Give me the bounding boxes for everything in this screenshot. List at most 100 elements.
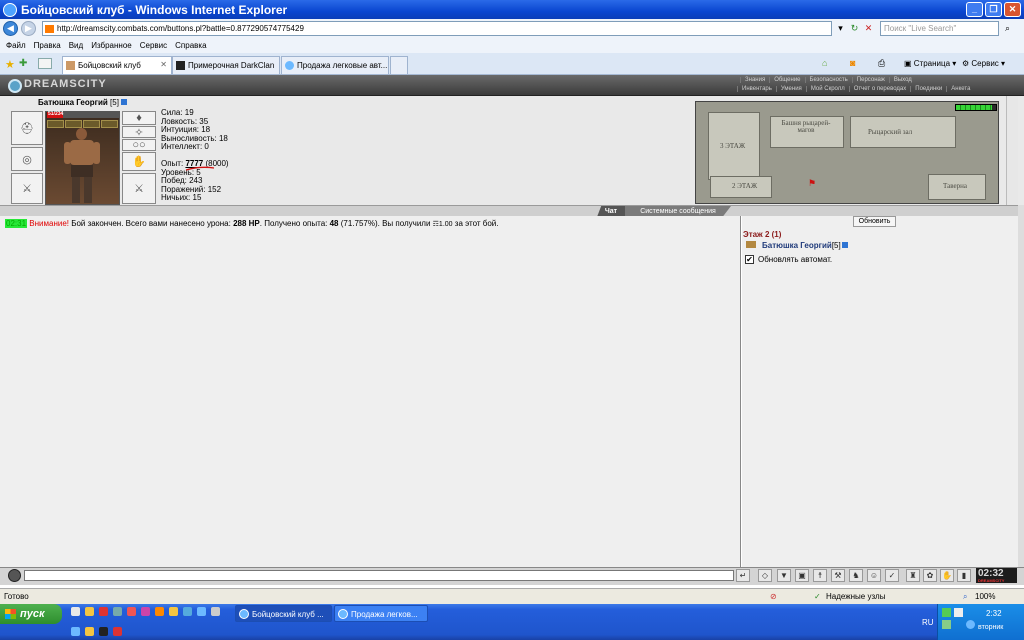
quicklaunch-icon[interactable]: [71, 607, 80, 616]
menu-knowledge[interactable]: Знания: [740, 77, 769, 83]
map-label-knights-hall[interactable]: Рыцарский зал: [868, 128, 912, 136]
quicklaunch-icon[interactable]: [113, 607, 122, 616]
weapon-slot-right[interactable]: ⚔: [122, 173, 156, 204]
home-icon[interactable]: ⌂: [822, 58, 827, 68]
skills-icon[interactable]: ⚒: [831, 569, 845, 582]
amulet-slot[interactable]: ✧: [122, 126, 156, 139]
chat-mode-icon[interactable]: [8, 569, 21, 582]
save-icon[interactable]: ▣: [795, 569, 809, 582]
location-map[interactable]: 3 ЭТАЖ Башня рыцарей-магов Рыцарский зал…: [695, 101, 999, 204]
network-icon[interactable]: [942, 608, 951, 617]
go-dropdown-icon[interactable]: ▾: [835, 23, 846, 34]
favorites-star-icon[interactable]: ★: [5, 58, 15, 71]
folder-icon[interactable]: [85, 627, 94, 636]
start-button[interactable]: пуск: [0, 604, 62, 624]
quicklaunch-icon[interactable]: [99, 607, 108, 616]
menu-security[interactable]: Безопасность: [804, 77, 852, 83]
stop-icon[interactable]: ✕: [863, 23, 874, 34]
menu-character[interactable]: Персонаж: [851, 77, 889, 83]
close-button[interactable]: ✕: [1004, 2, 1021, 17]
drink-icon[interactable]: ▮: [957, 569, 971, 582]
search-input[interactable]: Поиск "Live Search": [880, 21, 999, 36]
menu-communication[interactable]: Общение: [769, 77, 804, 83]
menu-skills[interactable]: Умения: [775, 86, 806, 92]
tools-menu[interactable]: ⚙ Сервис ▾: [962, 59, 1005, 68]
weapon-slot-left[interactable]: ⚔: [11, 173, 43, 204]
send-icon[interactable]: ↵: [736, 569, 750, 582]
top-scrollbar[interactable]: [1006, 96, 1018, 205]
effect-icon[interactable]: [47, 120, 64, 128]
folder-icon[interactable]: [169, 607, 178, 616]
menu-transfer-report[interactable]: Отчет о переводах: [848, 86, 911, 92]
ie-icon[interactable]: [197, 607, 206, 616]
map-label-tower[interactable]: Башня рыцарей-магов: [776, 120, 836, 134]
minimize-button[interactable]: _: [966, 2, 983, 17]
effect-icon[interactable]: [65, 120, 82, 128]
menu-help[interactable]: Справка: [175, 41, 206, 50]
rings-slot[interactable]: ○○: [122, 139, 156, 151]
folder-icon[interactable]: [85, 607, 94, 616]
fighters-icon[interactable]: ☨: [813, 569, 827, 582]
player-list-item[interactable]: Батюшка Георгий[5]: [746, 241, 848, 250]
language-indicator[interactable]: RU: [922, 618, 934, 627]
popup-icon[interactable]: ⊘: [770, 592, 777, 601]
arrow-icon[interactable]: ✓: [885, 569, 899, 582]
menu-inventory[interactable]: Инвентарь: [737, 86, 776, 92]
pets-icon[interactable]: ✿: [923, 569, 937, 582]
print-icon[interactable]: ⎙: [878, 58, 885, 69]
map-label-floor3[interactable]: 3 ЭТАЖ: [720, 142, 745, 150]
quicklaunch-icon[interactable]: [155, 607, 164, 616]
tray-icon[interactable]: [966, 620, 975, 629]
zoom-icon[interactable]: ⌕: [963, 592, 967, 602]
tab-car-sale[interactable]: Продажа легковые авт...: [281, 56, 389, 74]
map-label-tavern[interactable]: Таверна: [943, 182, 967, 190]
menu-tools[interactable]: Сервис: [140, 41, 167, 50]
forward-button[interactable]: ▶: [21, 21, 36, 36]
menu-file[interactable]: Файл: [6, 41, 26, 50]
menu-edit[interactable]: Правка: [34, 41, 61, 50]
quicklaunch-icon[interactable]: [183, 607, 192, 616]
effect-icon[interactable]: [83, 120, 100, 128]
chat-log[interactable]: 02:31 Внимание! Бой закончен. Всего вами…: [0, 216, 741, 567]
player-name[interactable]: Батюшка Георгий: [762, 241, 832, 250]
menu-my-scroll[interactable]: Мой Скролл: [805, 86, 849, 92]
maximize-button[interactable]: ❐: [985, 2, 1002, 17]
taskbar-button-car-sale[interactable]: Продажа легков...: [334, 605, 428, 622]
chat-input[interactable]: [24, 570, 734, 581]
message-time[interactable]: 02:31: [5, 219, 28, 228]
menu-view[interactable]: Вид: [69, 41, 83, 50]
menu-favorites[interactable]: Избранное: [91, 41, 132, 50]
move-icon[interactable]: ♞: [849, 569, 863, 582]
tray-time[interactable]: 2:32: [986, 609, 1002, 618]
refresh-button[interactable]: Обновить: [853, 216, 896, 227]
map-label-floor2[interactable]: 2 ЭТАЖ: [732, 182, 757, 190]
zone-label[interactable]: Надежные узлы: [826, 592, 885, 601]
feeds-icon[interactable]: ◙: [850, 58, 855, 68]
back-button[interactable]: ◀: [3, 21, 18, 36]
tray-icon[interactable]: [954, 608, 963, 617]
tab-darkclan[interactable]: Примерочная DarkClan: [172, 56, 280, 74]
earrings-slot[interactable]: ♦: [122, 111, 156, 125]
gloves-slot[interactable]: ✋: [122, 152, 156, 171]
character-name[interactable]: Батюшка Георгий [5]: [38, 98, 127, 107]
zoom-level[interactable]: 100%: [975, 592, 995, 601]
hands-icon[interactable]: ✋: [940, 569, 954, 582]
helmet-slot[interactable]: ⛑: [11, 111, 43, 145]
info-icon[interactable]: [841, 242, 848, 248]
page-menu[interactable]: ▣ Страница ▾: [904, 59, 956, 68]
menu-battles[interactable]: Поединки: [910, 86, 946, 92]
add-favorite-icon[interactable]: ✚: [19, 58, 27, 69]
quicklaunch-icon[interactable]: [141, 607, 150, 616]
bag-icon[interactable]: ♜: [906, 569, 920, 582]
private-message-icon[interactable]: [746, 241, 756, 248]
quick-tabs-icon[interactable]: [38, 58, 52, 69]
close-tab-icon[interactable]: ✕: [160, 60, 167, 69]
auto-refresh-checkbox[interactable]: ✔: [745, 255, 754, 264]
menu-profile[interactable]: Анкета: [946, 86, 974, 92]
quicklaunch-icon[interactable]: [99, 627, 108, 636]
quicklaunch-icon[interactable]: [211, 607, 220, 616]
menu-exit[interactable]: Выход: [888, 77, 916, 83]
filter-icon[interactable]: ▼: [777, 569, 791, 582]
smile-icon[interactable]: ☺: [867, 569, 881, 582]
tab-fight-club[interactable]: Бойцовский клуб ✕: [62, 56, 172, 74]
